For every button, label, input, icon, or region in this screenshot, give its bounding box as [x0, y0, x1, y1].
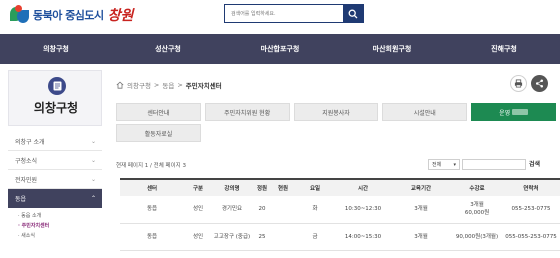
cell-fee: 90,000원(3개월) [452, 223, 502, 251]
filter-select-value: 전체 [432, 162, 442, 168]
column-header: 구분 [184, 178, 212, 196]
breadcrumb-separator: > [153, 81, 160, 89]
sidebar-submenu: · 동읍 소개 · 주민자치센터 · 새소식 [8, 208, 102, 241]
chevron-down-icon: ▾ [453, 161, 456, 168]
cell-period: 3개월 [390, 196, 452, 224]
breadcrumb-separator: > [177, 81, 183, 89]
breadcrumb-item[interactable]: 의창구청 [127, 80, 151, 90]
breadcrumb-current: 주민자치센터 [185, 82, 222, 90]
cell-capacity: 20 [252, 196, 272, 224]
page-info: 현재 페이지 1 / 전체 페이지 3 [116, 163, 186, 169]
print-icon [514, 79, 523, 88]
sidebar-item-civil[interactable]: 전자민원 ⌄ [8, 170, 102, 189]
sidebar-header: 의창구청 [8, 70, 102, 126]
sidebar-subitem-intro[interactable]: · 동읍 소개 [18, 211, 102, 221]
chevron-down-icon: ⌄ [90, 137, 96, 145]
sidebar-item-about[interactable]: 의창구 소개 ⌄ [8, 132, 102, 151]
column-header: 강의명 [212, 178, 252, 196]
site-logo[interactable]: 동북아 중심도시 창원 [10, 4, 133, 26]
cell-enrolled [272, 196, 294, 224]
cell-capacity: 25 [252, 223, 272, 251]
sidebar-item-label: 전자민원 [15, 176, 38, 184]
search-box [224, 4, 364, 23]
sidebar-item-label: 의창구 소개 [15, 138, 45, 146]
table-header-row: 센터 구분 강의명 정원 현원 요일 시간 교육기간 수강료 연락처 [120, 178, 560, 196]
column-header: 센터 [120, 178, 184, 196]
chevron-down-icon: ⌄ [90, 175, 96, 183]
program-table: 센터 구분 강의명 정원 현원 요일 시간 교육기간 수강료 연락처 동읍 성인… [120, 178, 560, 251]
sidebar-item-label: 구청소식 [15, 157, 38, 165]
cell-contact: 055-055-253-0775 [502, 223, 560, 251]
cell-contact: 055-253-0775 [502, 196, 560, 224]
main-navigation: 의창구청 성산구청 마산합포구청 마산회원구청 진해구청 [0, 34, 560, 64]
cell-period: 3개월 [390, 223, 452, 251]
cell-day: 금 [294, 223, 336, 251]
content-tabs: 센터안내 주민자치위원 현황 지원봉사자 시설안내 운영 활동자료실 [116, 103, 560, 145]
share-icon [535, 79, 544, 88]
cell-type: 성인 [184, 223, 212, 251]
cell-type: 성인 [184, 196, 212, 224]
tab-center-info[interactable]: 센터안내 [116, 103, 201, 121]
search-input[interactable] [225, 5, 343, 22]
breadcrumb: 의창구청 > 동읍 > 주민자치센터 [116, 80, 222, 90]
filter-select[interactable]: 전체 ▾ [428, 159, 460, 170]
sidebar-menu: 의창구 소개 ⌄ 구청소식 ⌄ 전자민원 ⌄ 동읍 ⌃ · 동읍 소개 · 주민… [8, 132, 102, 241]
gnb-item-seongsan[interactable]: 성산구청 [112, 34, 224, 64]
site-header: 동북아 중심도시 창원 [0, 0, 560, 34]
column-header: 요일 [294, 178, 336, 196]
gnb-item-masan-hoewon[interactable]: 마산회원구청 [336, 34, 448, 64]
gnb-item-uichang[interactable]: 의창구청 [0, 34, 112, 64]
cell-enrolled [272, 223, 294, 251]
cell-day: 화 [294, 196, 336, 224]
breadcrumb-item[interactable]: 동읍 [162, 80, 174, 90]
document-icon [48, 77, 66, 95]
sidebar-item-label: 동읍 [15, 196, 27, 203]
sidebar-item-news[interactable]: 구청소식 ⌄ [8, 151, 102, 170]
search-button[interactable] [343, 5, 363, 22]
gnb-item-jinhae[interactable]: 진해구청 [448, 34, 560, 64]
tab-label: 운영 [499, 109, 511, 117]
gnb-item-masan-happo[interactable]: 마산합포구청 [224, 34, 336, 64]
tab-operation[interactable]: 운영 [471, 103, 556, 121]
column-header: 현원 [272, 178, 294, 196]
sidebar: 의창구청 의창구 소개 ⌄ 구청소식 ⌄ 전자민원 ⌄ 동읍 ⌃ · 동읍 소개… [8, 70, 102, 241]
logo-script: 창원 [107, 8, 134, 24]
sidebar-subitem-center[interactable]: · 주민자치센터 [18, 221, 102, 231]
search-icon [348, 9, 358, 18]
table-row[interactable]: 동읍 성인 고고장구 (중급) 25 금 14:00~15:30 3개월 90,… [120, 223, 560, 251]
column-header: 수강료 [452, 178, 502, 196]
filter-search-button[interactable]: 검색 [529, 159, 540, 170]
cell-time: 10:30~12:30 [336, 196, 390, 224]
tab-activity-archive[interactable]: 활동자료실 [116, 124, 201, 142]
column-header: 연락처 [502, 178, 560, 196]
chevron-up-icon: ⌃ [90, 195, 96, 202]
tab-facilities[interactable]: 시설안내 [382, 103, 468, 121]
column-header: 교육기간 [390, 178, 452, 196]
sidebar-title: 의창구청 [33, 101, 79, 115]
table-row[interactable]: 동읍 성인 경기민요 20 화 10:30~12:30 3개월 3개월 60,0… [120, 196, 560, 224]
city-logo-icon [10, 5, 30, 25]
filter-search-input[interactable] [462, 159, 526, 170]
chevron-down-icon: ⌄ [90, 156, 96, 164]
cell-course: 고고장구 (중급) [212, 223, 252, 251]
cell-center: 동읍 [120, 223, 184, 251]
print-button[interactable] [510, 75, 527, 92]
cell-center: 동읍 [120, 196, 184, 224]
tab-volunteers[interactable]: 지원봉사자 [293, 103, 379, 121]
sidebar-item-dongeup[interactable]: 동읍 ⌃ [8, 189, 102, 208]
cell-course: 경기민요 [212, 196, 252, 224]
share-button[interactable] [531, 75, 548, 92]
home-icon[interactable] [116, 81, 124, 89]
column-header: 정원 [252, 178, 272, 196]
column-header: 시간 [336, 178, 390, 196]
cell-fee: 3개월 60,000원 [452, 196, 502, 224]
cell-time: 14:00~15:30 [336, 223, 390, 251]
sidebar-subitem-news[interactable]: · 새소식 [18, 231, 102, 241]
logo-text: 동북아 중심도시 [33, 9, 104, 22]
tab-committee[interactable]: 주민자치위원 현황 [204, 103, 290, 121]
